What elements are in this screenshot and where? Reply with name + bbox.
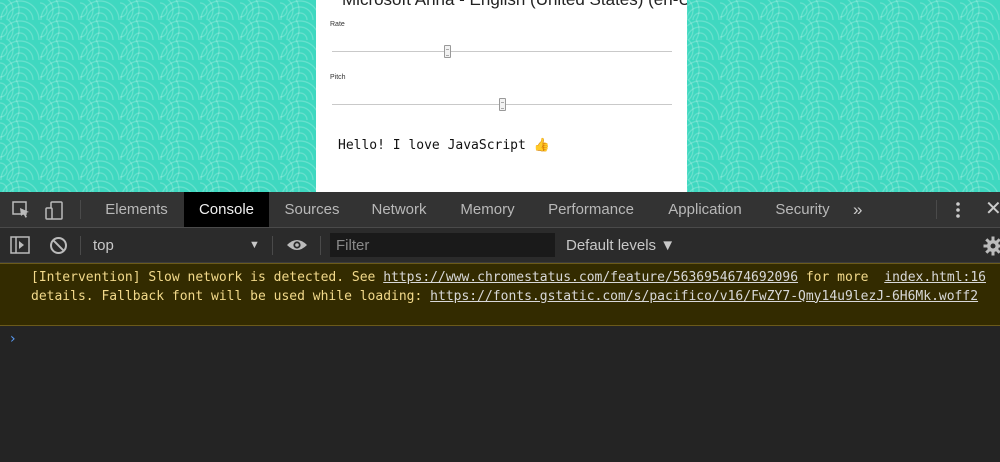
clear-console-icon[interactable] <box>49 236 68 260</box>
log-levels-dropdown[interactable]: Default levels ▼ <box>566 228 675 263</box>
show-sidebar-icon[interactable] <box>10 236 30 259</box>
console-prompt-icon[interactable]: › <box>10 331 16 347</box>
devtools-panel: Elements Console Sources Network Memory Perfo… <box>0 192 1000 462</box>
tab-performance[interactable]: Performance <box>532 192 650 227</box>
tab-sources[interactable]: Sources <box>270 192 354 227</box>
page-viewport: Microsoft Anna - English (United States)… <box>0 0 1000 192</box>
rate-label: Rate <box>330 21 345 28</box>
device-toolbar-icon[interactable] <box>44 201 64 220</box>
pitch-slider-thumb[interactable] <box>498 98 506 111</box>
console-settings-gear-icon[interactable] <box>983 236 1000 261</box>
console-warning-message: index.html:16 [Intervention] Slow networ… <box>0 263 1000 326</box>
tab-application[interactable]: Application <box>651 192 759 227</box>
font-url-link[interactable]: https://fonts.gstatic.com/s/pacifico/v16… <box>430 289 978 304</box>
tab-security[interactable]: Security <box>760 192 845 227</box>
tab-network[interactable]: Network <box>355 192 443 227</box>
message-source-link[interactable]: index.html:16 <box>884 269 986 288</box>
rate-slider-thumb[interactable] <box>444 45 452 58</box>
rate-slider[interactable] <box>332 51 672 52</box>
toolbar-divider <box>272 236 273 255</box>
live-expression-eye-icon[interactable] <box>286 238 308 257</box>
tab-elements[interactable]: Elements <box>90 192 183 227</box>
tab-memory[interactable]: Memory <box>444 192 531 227</box>
voice-select[interactable]: Microsoft Anna - English (United States)… <box>342 0 687 10</box>
warning-text: [Intervention] Slow network is detected.… <box>31 270 384 285</box>
chromestatus-link[interactable]: https://www.chromestatus.com/feature/563… <box>383 270 798 285</box>
toolbar-divider <box>80 236 81 255</box>
console-toolbar: top ▼ Default levels ▼ <box>0 228 1000 263</box>
console-filter-input[interactable] <box>330 233 555 257</box>
toolbar-divider <box>936 200 937 219</box>
devtools-tabbar: Elements Console Sources Network Memory Perfo… <box>0 192 1000 228</box>
toolbar-divider <box>80 200 81 219</box>
speech-card: Microsoft Anna - English (United States)… <box>316 0 687 192</box>
context-selector[interactable]: top <box>93 228 114 263</box>
more-tabs-button[interactable]: » <box>853 192 862 228</box>
pitch-label: Pitch <box>330 74 346 81</box>
chevron-down-icon[interactable]: ▼ <box>249 228 260 262</box>
close-devtools-button[interactable]: ✕ <box>985 198 1000 220</box>
speech-text[interactable]: Hello! I love JavaScript 👍 <box>338 138 550 153</box>
toolbar-divider <box>320 236 321 255</box>
tab-console[interactable]: Console <box>184 192 269 227</box>
more-options-icon[interactable] <box>951 200 965 220</box>
inspect-element-icon[interactable] <box>12 201 32 219</box>
